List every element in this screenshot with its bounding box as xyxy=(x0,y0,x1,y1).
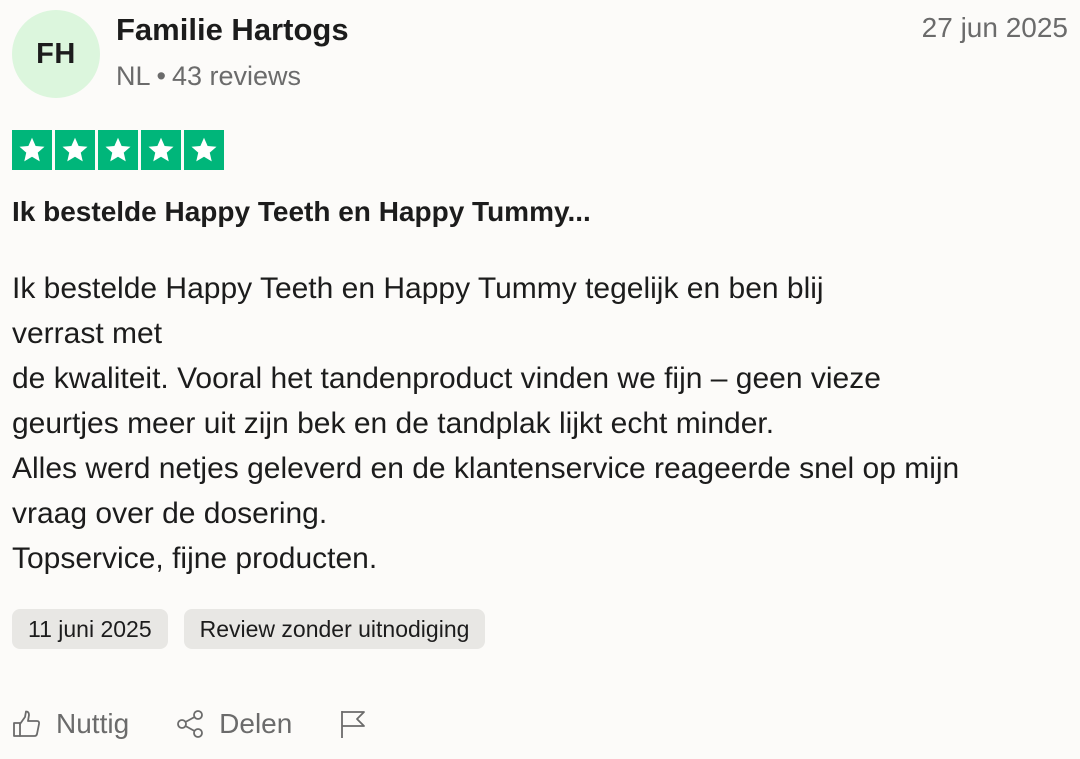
review-body-line: Ik bestelde Happy Teeth en Happy Tummy t… xyxy=(12,272,824,305)
review-body-line: geurtjes meer uit zijn bek en de tandpla… xyxy=(12,407,775,440)
reviewer-country: NL xyxy=(116,61,151,91)
review-title[interactable]: Ik bestelde Happy Teeth en Happy Tummy..… xyxy=(12,196,591,228)
reviewer-meta: NL • 43 reviews xyxy=(116,61,301,92)
share-icon xyxy=(177,710,204,738)
experience-date-badge: 11 juni 2025 xyxy=(12,609,168,649)
reviewer-name[interactable]: Familie Hartogs xyxy=(116,12,349,48)
share-button[interactable]: Delen xyxy=(175,708,292,740)
review-card: FH Familie Hartogs NL • 43 reviews 27 jun … xyxy=(0,0,1080,759)
review-tags: 11 juni 2025 Review zonder uitnodiging xyxy=(12,609,486,649)
share-label: Delen xyxy=(219,708,293,739)
review-body-line: verrast met xyxy=(12,317,163,350)
report-button[interactable] xyxy=(338,709,368,739)
review-actions: Nuttig Delen xyxy=(12,708,414,740)
useful-label: Nuttig xyxy=(56,708,130,739)
star-icon xyxy=(141,130,181,170)
review-date: 27 jun 2025 xyxy=(921,12,1068,43)
review-body-line: de kwaliteit. Vooral het tandenproduct v… xyxy=(12,362,881,395)
star-rating xyxy=(12,130,224,170)
useful-button[interactable]: Nuttig xyxy=(12,708,129,740)
review-source-badge[interactable]: Review zonder uitnodiging xyxy=(183,609,486,649)
review-body: Ik bestelde Happy Teeth en Happy Tummy t… xyxy=(12,266,1072,581)
avatar[interactable]: FH xyxy=(12,10,100,98)
reviewer-review-count: 43 reviews xyxy=(171,61,302,91)
review-body-line: vraag over de dosering. xyxy=(12,497,328,530)
star-icon xyxy=(12,130,52,170)
flag-icon xyxy=(341,711,366,738)
avatar-initials: FH xyxy=(36,37,76,70)
review-body-line: Topservice, fijne producten. xyxy=(12,542,378,575)
thumbs-up-icon xyxy=(13,710,40,737)
meta-separator: • xyxy=(156,61,166,91)
star-icon xyxy=(55,130,95,170)
star-icon xyxy=(184,130,224,170)
star-icon xyxy=(98,130,138,170)
review-body-line: Alles werd netjes geleverd en de klanten… xyxy=(12,452,960,485)
